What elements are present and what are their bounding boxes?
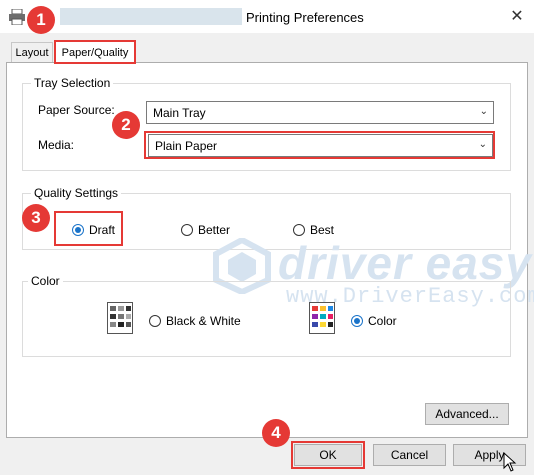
printer-icon (9, 9, 25, 25)
title-redacted-area (60, 8, 242, 25)
radio-bw-control[interactable] (149, 315, 161, 327)
black-white-icon (107, 302, 133, 334)
paper-source-label: Paper Source: (38, 103, 115, 117)
paper-source-value: Main Tray (153, 105, 206, 120)
tab-layout[interactable]: Layout (11, 42, 53, 63)
radio-better[interactable]: Better (181, 223, 230, 237)
color-title: Color (28, 274, 63, 288)
color-group (22, 281, 511, 357)
radio-best[interactable]: Best (293, 223, 334, 237)
highlight-ok (291, 441, 365, 469)
advanced-button[interactable]: Advanced... (425, 403, 509, 425)
chevron-down-icon: ⌄ (479, 106, 488, 117)
radio-color[interactable]: Color (351, 314, 397, 328)
radio-color-control[interactable] (351, 315, 363, 327)
highlight-media (144, 131, 495, 159)
radio-bw-label: Black & White (166, 314, 241, 328)
step-badge-3: 3 (22, 204, 50, 232)
radio-better-control[interactable] (181, 224, 193, 236)
cancel-button[interactable]: Cancel (373, 444, 446, 466)
step-badge-1: 1 (27, 6, 55, 34)
radio-better-label: Better (198, 223, 231, 237)
highlight-draft (54, 211, 123, 246)
radio-best-label: Best (310, 223, 335, 237)
mouse-cursor-icon (503, 452, 517, 472)
highlight-tab (54, 40, 136, 64)
window-title: Printing Preferences (246, 10, 364, 25)
step-badge-2: 2 (112, 111, 140, 139)
radio-best-control[interactable] (293, 224, 305, 236)
radio-color-label: Color (368, 314, 397, 328)
quality-settings-title: Quality Settings (31, 186, 122, 200)
paper-source-select[interactable]: Main Tray ⌄ (146, 101, 494, 124)
step-badge-4: 4 (262, 419, 290, 447)
radio-black-white[interactable]: Black & White (149, 314, 241, 328)
close-icon[interactable]: ✕ (505, 5, 529, 27)
color-palette-icon (309, 302, 335, 334)
media-label: Media: (38, 138, 75, 152)
tray-selection-title: Tray Selection (31, 76, 114, 90)
